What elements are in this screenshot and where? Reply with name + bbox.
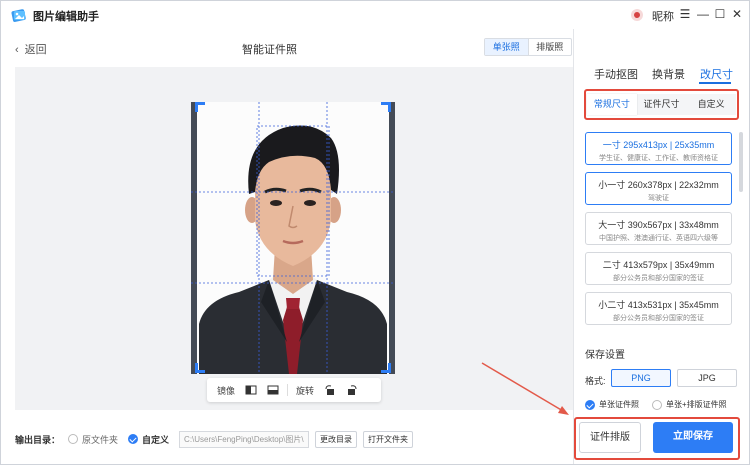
photo-control-bar: 镜像 旋转 [207,378,381,402]
size-title: 小二寸 413x531px | 35x45mm [598,300,719,310]
radio-single[interactable] [585,399,595,410]
option-custom-label: 自定义 [142,434,170,445]
divider [287,384,289,396]
save-settings-header: 保存设置 [585,350,625,361]
portrait-image [191,102,395,374]
size-card-small-2cun[interactable]: 小二寸 413x531px | 35x45mm 部分公务员和部分国家的签证 [585,292,732,325]
rotate-right-icon[interactable] [346,384,358,396]
size-card-2cun[interactable]: 二寸 413x579px | 35x49mm 部分公务员和部分国家的签证 [585,252,732,285]
mode-tabs: 单张照 排版照 [484,38,572,56]
tab-common-size[interactable]: 常规尺寸 [587,94,637,115]
crop-handle-bottom-right[interactable] [381,363,391,373]
size-tabs: 常规尺寸 证件尺寸 自定义 [587,94,736,115]
size-title: 一寸 295x413px | 25x35mm [602,140,715,150]
crop-handle-bottom-left[interactable] [195,363,205,373]
user-nickname[interactable]: 昵称 [652,8,674,24]
app-window: 图片编辑助手 昵称 ☰ — ☐ ✕ ‹ 返回 智能证件照 单张照 排版照 镜像 … [0,0,750,465]
back-button[interactable]: ‹ 返回 [15,41,47,57]
size-list-scrollbar[interactable] [739,132,743,192]
radio-original-folder[interactable] [68,434,79,444]
id-photo[interactable] [191,102,395,374]
format-label: 格式: [585,376,606,386]
avatar[interactable] [631,9,643,21]
size-subtitle: 驾驶证 [648,195,669,202]
page-title: 智能证件照 [242,44,297,56]
radio-custom-folder[interactable] [128,434,139,444]
back-label: 返回 [24,44,47,56]
output-directory-row: 输出目录： 原文件夹 自定义 C:\Users\FengPing\Desktop… [15,429,414,449]
size-title: 大一寸 390x567px | 33x48mm [598,220,719,230]
chevron-left-icon: ‹ [15,44,19,56]
menu-icon[interactable]: ☰ [677,6,693,22]
minimize-icon[interactable]: — [695,6,711,22]
open-folder-button[interactable]: 打开文件夹 [363,430,414,448]
option-single-label: 单张证件照 [599,400,639,409]
layout-button[interactable]: 证件排版 [579,422,641,453]
tab-custom-size[interactable]: 自定义 [686,94,736,115]
option-both-label: 单张+排版证件照 [666,400,727,409]
tab-resize[interactable]: 改尺寸 [700,66,733,82]
format-png-button[interactable]: PNG [611,369,671,387]
radio-single-and-layout[interactable] [652,399,662,410]
size-card-small-1cun[interactable]: 小一寸 260x378px | 22x32mm 驾驶证 [585,172,732,205]
output-label: 输出目录： [15,434,61,445]
save-now-button[interactable]: 立即保存 [653,422,733,453]
size-subtitle: 学生证、健康证、工作证、教师资格证 [599,155,718,162]
size-subtitle: 部分公务员和部分国家的签证 [613,275,704,282]
change-directory-button[interactable]: 更改目录 [315,430,358,448]
tab-change-background[interactable]: 换背景 [652,66,685,82]
size-title: 二寸 413x579px | 35x49mm [602,260,715,270]
format-jpg-button[interactable]: JPG [677,369,737,387]
app-title: 图片编辑助手 [33,11,99,23]
crop-handle-top-left[interactable] [195,102,205,112]
rotate-left-icon[interactable] [324,384,336,396]
rotate-label: 旋转 [296,385,315,396]
size-subtitle: 部分公务员和部分国家的签证 [613,315,704,322]
title-bar: 图片编辑助手 昵称 ☰ — ☐ ✕ [1,1,749,29]
flip-vertical-icon[interactable] [267,384,279,396]
mirror-label: 镜像 [217,385,236,396]
size-subtitle: 中国护照、港澳通行证、英语四六级等 [599,235,718,242]
option-single[interactable]: 单张证件照 [585,399,639,410]
size-title: 小一寸 260x378px | 22x32mm [598,180,719,190]
option-single-and-layout[interactable]: 单张+排版证件照 [652,399,727,410]
option-original-label: 原文件夹 [82,434,119,445]
close-icon[interactable]: ✕ [729,6,745,22]
app-logo-icon [11,9,26,22]
tab-layout-photo[interactable]: 排版照 [529,39,572,55]
tab-manual-cutout[interactable]: 手动抠图 [594,66,638,82]
crop-handle-top-right[interactable] [381,102,391,112]
size-card-1cun[interactable]: 一寸 295x413px | 25x35mm 学生证、健康证、工作证、教师资格证 [585,132,732,165]
tab-single-photo[interactable]: 单张照 [485,39,529,55]
output-path-field[interactable]: C:\Users\FengPing\Desktop\图片\ [179,430,310,448]
active-tab-indicator [699,82,731,84]
maximize-icon[interactable]: ☐ [712,6,728,22]
size-card-large-1cun[interactable]: 大一寸 390x567px | 33x48mm 中国护照、港澳通行证、英语四六级… [585,212,732,245]
tab-id-size[interactable]: 证件尺寸 [637,94,687,115]
flip-horizontal-icon[interactable] [245,384,257,396]
